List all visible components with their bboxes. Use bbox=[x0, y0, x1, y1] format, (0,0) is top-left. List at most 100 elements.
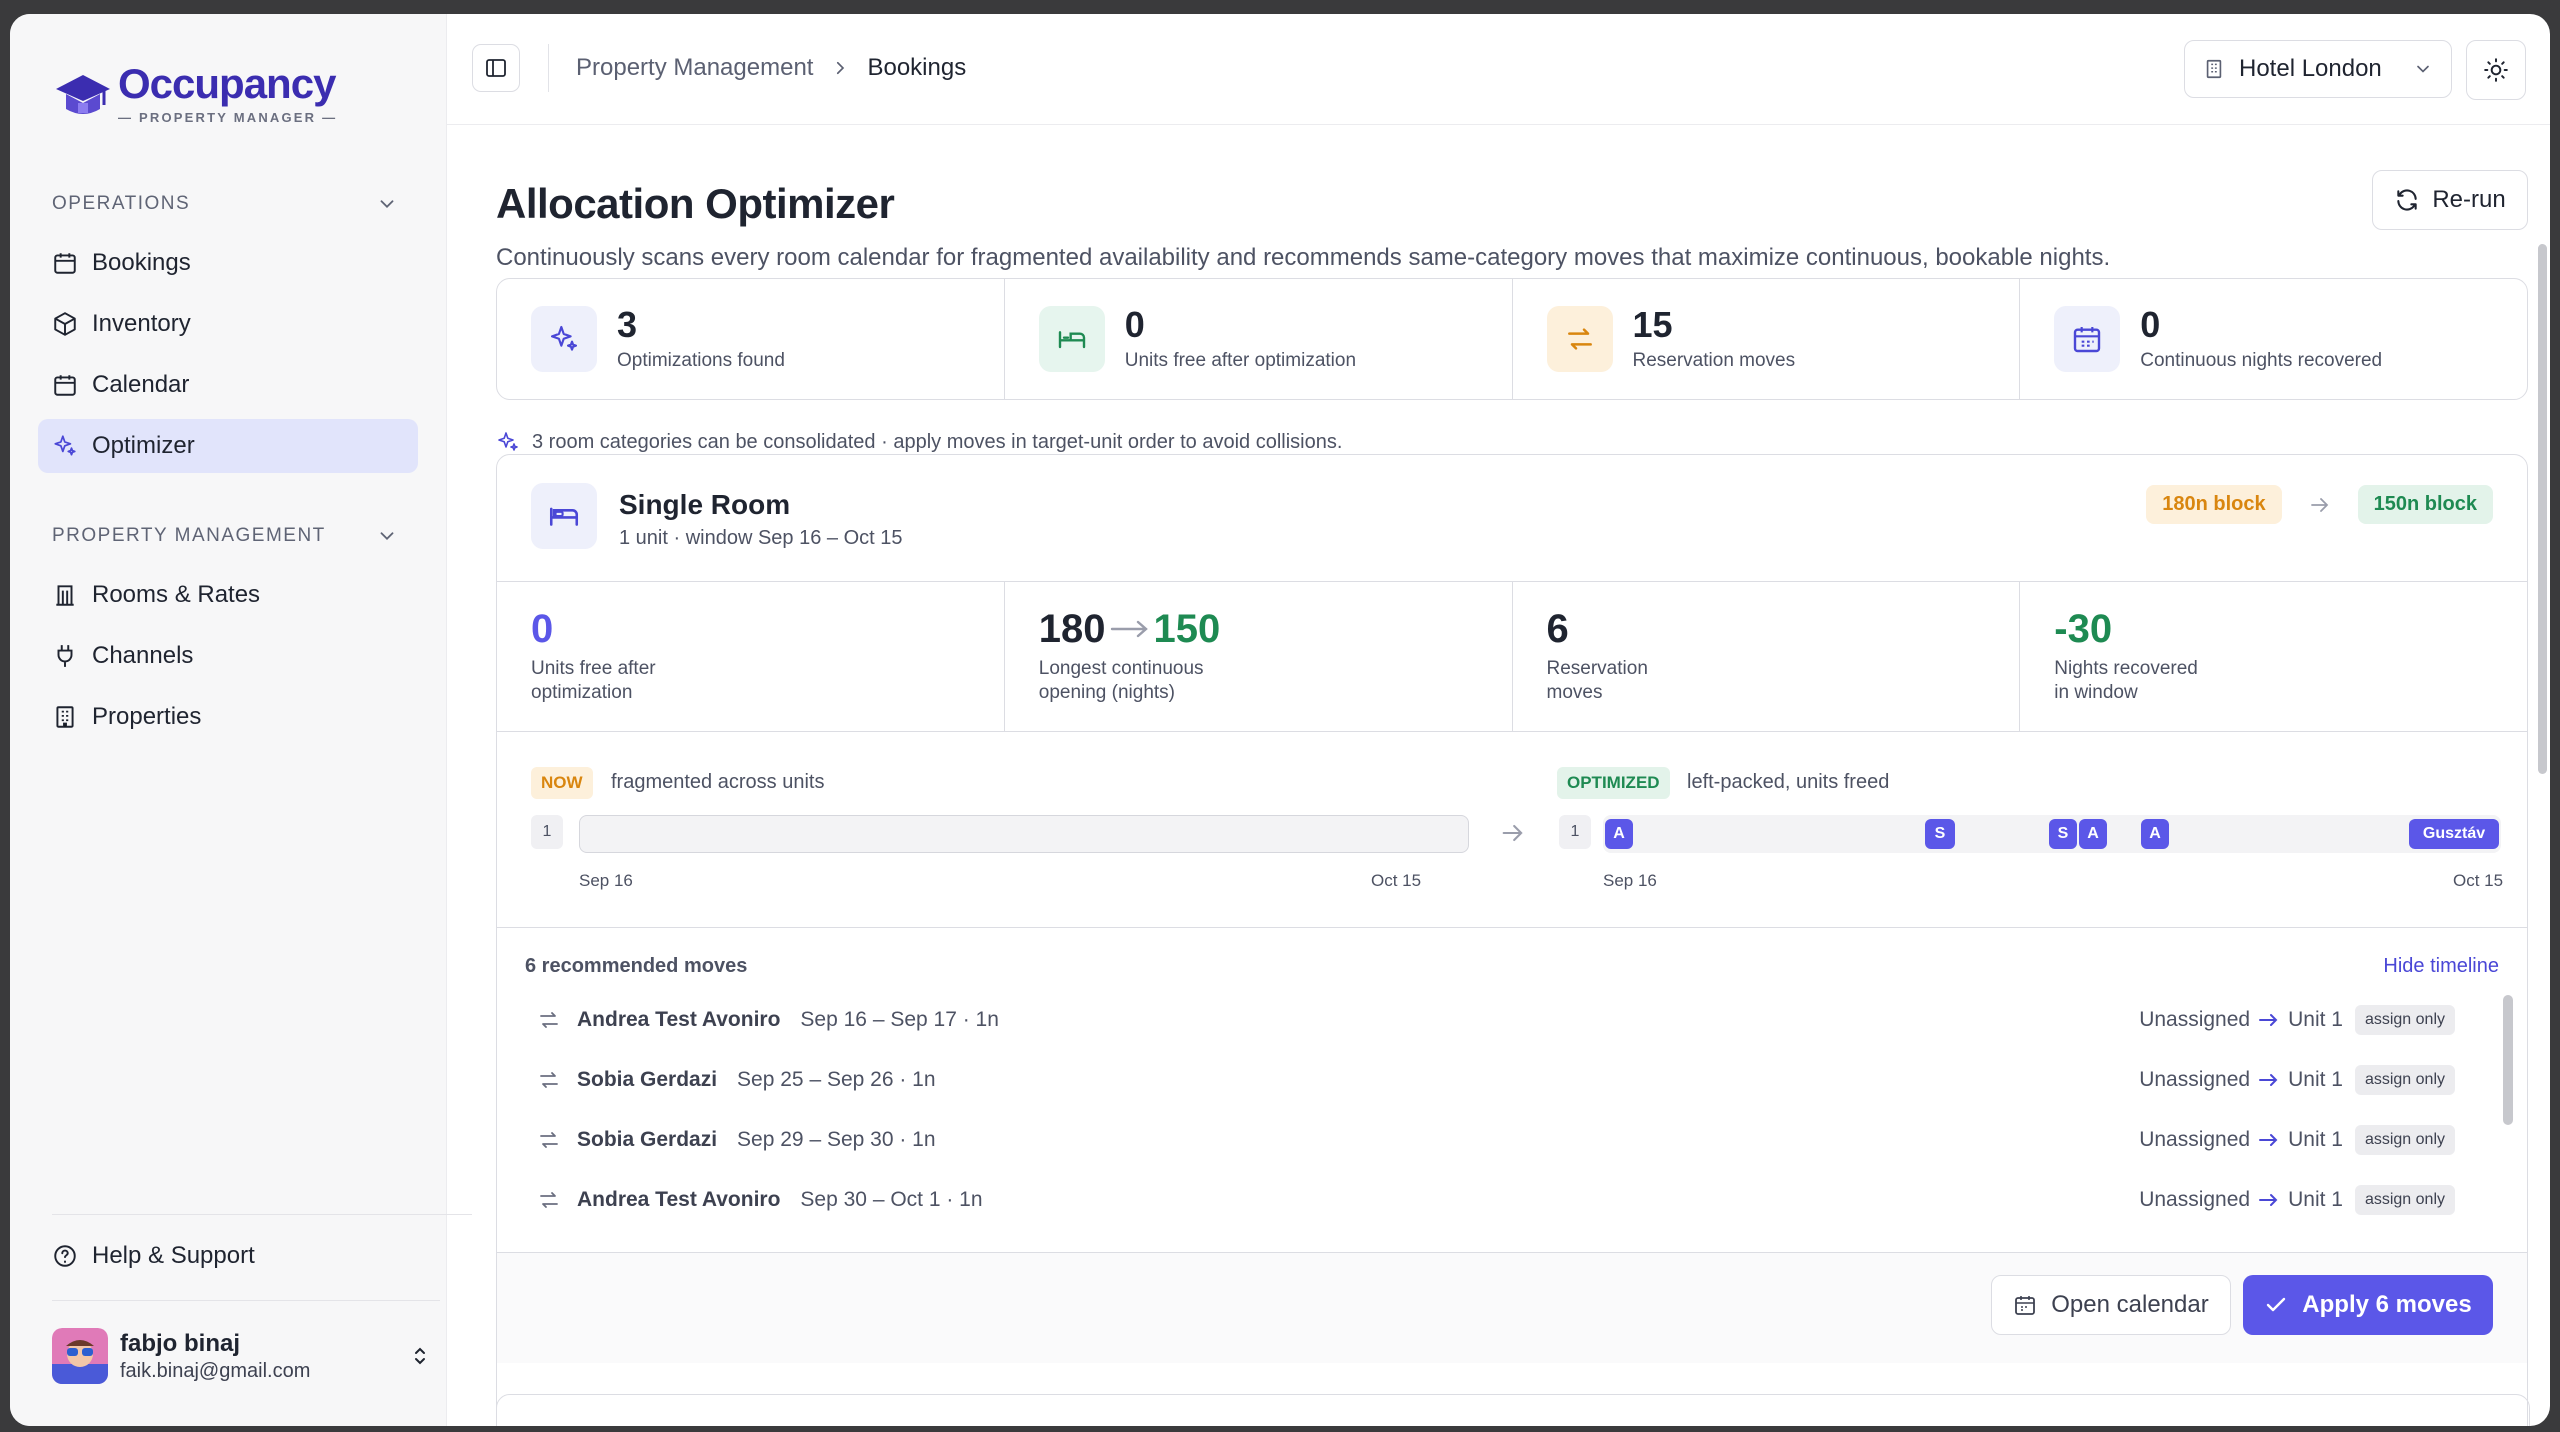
assign-only-badge: assign only bbox=[2354, 1005, 2455, 1035]
block-before-badge: 180n block bbox=[2146, 485, 2282, 524]
open-calendar-button[interactable]: Open calendar bbox=[1991, 1275, 2231, 1335]
metric-label: Reservation moves bbox=[1546, 658, 1648, 703]
refresh-icon bbox=[2397, 189, 2418, 211]
theme-toggle-button[interactable] bbox=[2466, 40, 2526, 100]
calendar-icon bbox=[2054, 306, 2121, 372]
move-row[interactable]: Andrea Test Avoniro Sep 30 – Oct 1 · 1n … bbox=[525, 1175, 2455, 1225]
metric-value: 0 bbox=[531, 607, 554, 651]
card-metrics: 0 Units free after optimization 180 150 … bbox=[497, 581, 2527, 732]
logo-icon bbox=[56, 74, 110, 114]
nav-property-management: PROPERTY MANAGEMENT Rooms & Rates Channe… bbox=[10, 516, 446, 751]
arrow-right-icon bbox=[2259, 1074, 2278, 1086]
rerun-button[interactable]: Re-run bbox=[2372, 170, 2528, 230]
arrow-right-icon bbox=[2259, 1014, 2278, 1026]
metric-label: Longest continuous opening (nights) bbox=[1038, 658, 1204, 703]
hint-text: 3 room categories can be consolidated · … bbox=[532, 430, 1343, 453]
metric-reservation-moves: 6 Reservation moves bbox=[1513, 581, 2021, 731]
moves-scrollbar[interactable] bbox=[2503, 995, 2513, 1125]
move-to: Unit 1 bbox=[2288, 1128, 2343, 1151]
arrow-right-icon bbox=[2310, 497, 2328, 512]
metric-value-to: 150 bbox=[1153, 607, 1221, 651]
help-circle-icon bbox=[54, 1245, 76, 1267]
sidebar-item-optimizer[interactable]: Optimizer bbox=[38, 419, 418, 473]
columns-icon bbox=[56, 585, 74, 606]
stat-nights-recovered: 0 Continuous nights recovered bbox=[2020, 279, 2527, 399]
timeline-bar-optimized: A S S A A Gusztáv bbox=[1603, 815, 2501, 853]
now-description: fragmented across units bbox=[611, 771, 825, 793]
reservation-chip[interactable]: A bbox=[2079, 819, 2107, 849]
sidebar-item-calendar[interactable]: Calendar bbox=[38, 358, 418, 412]
page-scrollbar-thumb[interactable] bbox=[2538, 244, 2547, 774]
page-scrollbar[interactable] bbox=[2534, 124, 2550, 1426]
sidebar-divider bbox=[52, 1214, 472, 1215]
chevron-down-icon bbox=[380, 532, 394, 541]
breadcrumb-item-property-management[interactable]: Property Management bbox=[576, 54, 813, 82]
reservation-chip[interactable]: A bbox=[2141, 819, 2169, 849]
avatar bbox=[52, 1328, 108, 1384]
bed-icon bbox=[531, 483, 597, 549]
unit-label: 1 bbox=[1559, 815, 1591, 849]
chevron-right-icon bbox=[837, 61, 845, 75]
metric-value: 6 bbox=[1546, 607, 1569, 651]
move-row[interactable]: Sobia Gerdazi Sep 25 – Sep 26 · 1n Unass… bbox=[525, 1055, 2455, 1105]
move-from: Unassigned bbox=[2139, 1008, 2251, 1031]
help-support-link[interactable]: Help & Support bbox=[52, 1242, 255, 1270]
assign-only-badge: assign only bbox=[2354, 1125, 2455, 1155]
stat-label: Units free after optimization bbox=[1124, 350, 1357, 371]
sidebar-item-label: Inventory bbox=[92, 310, 191, 337]
move-row[interactable]: Sobia Gerdazi Sep 29 – Sep 30 · 1n Unass… bbox=[525, 1115, 2455, 1165]
arrow-right-icon bbox=[1502, 824, 1523, 842]
consolidation-hint: 3 room categories can be consolidated · … bbox=[496, 430, 1342, 454]
calendar-icon bbox=[54, 375, 76, 396]
nav-section-header-property[interactable]: PROPERTY MANAGEMENT bbox=[10, 516, 446, 556]
reservation-chip[interactable]: Gusztáv bbox=[2409, 819, 2499, 849]
recommended-moves: 6 recommended moves Hide timeline Andrea… bbox=[497, 927, 2527, 1252]
apply-moves-button[interactable]: Apply 6 moves bbox=[2243, 1275, 2493, 1335]
swap-icon bbox=[540, 1192, 558, 1208]
hotel-selector[interactable]: Hotel London bbox=[2184, 40, 2452, 98]
sun-icon bbox=[2484, 58, 2508, 82]
metric-value-from: 180 bbox=[1038, 607, 1106, 651]
sidebar-item-inventory[interactable]: Inventory bbox=[38, 297, 418, 351]
breadcrumb-item-bookings: Bookings bbox=[867, 54, 967, 81]
sidebar-item-properties[interactable]: Properties bbox=[38, 690, 418, 744]
sidebar-item-channels[interactable]: Channels bbox=[38, 629, 418, 683]
sidebar-item-label: Optimizer bbox=[92, 432, 195, 459]
optimized-badge: OPTIMIZED bbox=[1557, 767, 1670, 799]
reservation-chip[interactable]: S bbox=[2049, 819, 2077, 849]
sidebar-toggle-button[interactable] bbox=[472, 44, 520, 92]
box-icon bbox=[54, 312, 76, 336]
move-row[interactable]: Andrea Test Avoniro Sep 16 – Sep 17 · 1n… bbox=[525, 995, 2455, 1045]
nav-section-header-operations[interactable]: OPERATIONS bbox=[10, 184, 446, 224]
brand-subtitle: — PROPERTY MANAGER — bbox=[118, 110, 338, 125]
sidebar-divider bbox=[52, 1300, 440, 1301]
apply-moves-label: Apply 6 moves bbox=[2302, 1291, 2472, 1318]
stat-reservation-moves: 15 Reservation moves bbox=[1513, 279, 2021, 399]
user-menu[interactable]: fabjo binaj faik.binaj@gmail.com bbox=[52, 1326, 432, 1386]
stat-value: 15 bbox=[1632, 304, 1673, 345]
brand-logo[interactable]: Occupancy — PROPERTY MANAGER — bbox=[52, 62, 337, 125]
sidebar-item-rooms-rates[interactable]: Rooms & Rates bbox=[38, 568, 418, 622]
swap-icon bbox=[540, 1072, 558, 1088]
building-icon bbox=[56, 706, 74, 728]
timeline-end-label: Oct 15 bbox=[2453, 871, 2504, 890]
move-dates: Sep 29 – Sep 30 · 1n bbox=[737, 1128, 936, 1151]
hide-timeline-link[interactable]: Hide timeline bbox=[2383, 955, 2499, 978]
chevron-down-icon bbox=[380, 200, 394, 209]
optimization-card-single-room: Single Room 1 unit · window Sep 16 – Oct… bbox=[496, 454, 2528, 1426]
reservation-chip[interactable]: S bbox=[1925, 819, 1955, 849]
timeline-end-label: Oct 15 bbox=[1371, 871, 1422, 890]
stat-value: 3 bbox=[617, 304, 638, 345]
stat-label: Continuous nights recovered bbox=[2140, 350, 2383, 371]
metric-label: Units free after optimization bbox=[531, 658, 656, 703]
sidebar-item-label: Calendar bbox=[92, 371, 190, 398]
sidebar-item-bookings[interactable]: Bookings bbox=[38, 236, 418, 290]
reservation-chip[interactable]: A bbox=[1605, 819, 1633, 849]
sidebar-item-label: Rooms & Rates bbox=[92, 581, 261, 608]
page-description: Continuously scans every room calendar f… bbox=[496, 244, 2111, 271]
sparkles-icon bbox=[531, 306, 597, 372]
metric-label: Nights recovered in window bbox=[2054, 658, 2198, 703]
card-footer: Open calendar Apply 6 moves bbox=[497, 1252, 2527, 1363]
breadcrumb: Property Management Bookings bbox=[576, 54, 966, 82]
sidebar-item-label: Bookings bbox=[92, 249, 191, 276]
